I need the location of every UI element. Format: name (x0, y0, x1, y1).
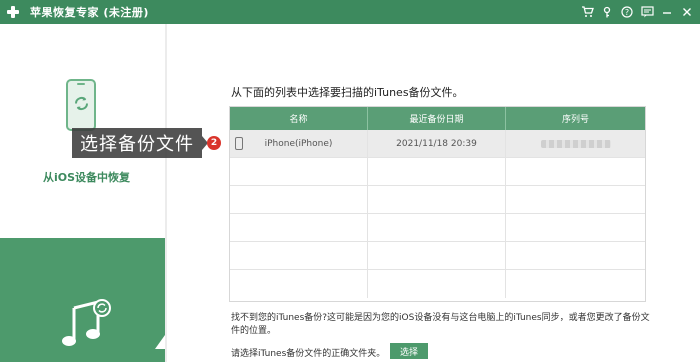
table-row-empty (230, 242, 645, 270)
help-text: 找不到您的iTunes备份?这可能是因为您的iOS设备没有与这台电脑上的iTun… (231, 313, 650, 336)
sidebar-item-itunes-recovery[interactable] (0, 238, 165, 362)
title-bar: 苹果恢复专家 (未注册) ? (0, 0, 700, 24)
step-badge: 2 (207, 136, 221, 150)
table-row-empty (230, 186, 645, 214)
select-folder-button[interactable]: 选择 (390, 343, 428, 359)
active-indicator-arrow (155, 335, 165, 349)
iphone-icon (235, 137, 243, 150)
app-title: 苹果恢复专家 (未注册) (30, 6, 149, 19)
sidebar-item-label: 从iOS设备中恢复 (43, 171, 131, 184)
svg-text:?: ? (625, 8, 629, 17)
phone-sync-icon (66, 79, 96, 131)
backup-table: 名称 最近备份日期 序列号 iPhone(iPhone) 2021/11/18 … (229, 106, 646, 302)
title-bar-controls: ? (580, 0, 694, 24)
cart-icon[interactable] (580, 5, 594, 19)
table-row[interactable]: iPhone(iPhone) 2021/11/18 20:39 (230, 130, 645, 158)
help-icon[interactable]: ? (620, 5, 634, 19)
column-header-serial[interactable]: 序列号 (506, 107, 645, 130)
feedback-icon[interactable] (640, 5, 654, 19)
choose-folder-text: 请选择iTunes备份文件的正确文件夹。 (231, 349, 386, 359)
close-icon[interactable] (680, 5, 694, 19)
table-row-empty (230, 158, 645, 186)
table-row-empty (230, 270, 645, 298)
itunes-music-icon (62, 299, 111, 346)
serial-redacted (540, 140, 611, 148)
app-logo-icon (6, 5, 20, 19)
instruction-text: 从下面的列表中选择要扫描的iTunes备份文件。 (231, 86, 464, 99)
sidebar: 从iOS设备中恢复 (0, 24, 165, 362)
cell-serial (506, 130, 645, 158)
table-header: 名称 最近备份日期 序列号 (230, 107, 645, 130)
step-tooltip: 选择备份文件 (72, 128, 202, 158)
key-icon[interactable] (600, 5, 614, 19)
column-header-date[interactable]: 最近备份日期 (368, 107, 506, 130)
cell-date: 2021/11/18 20:39 (368, 130, 506, 158)
table-row-empty (230, 214, 645, 242)
backup-name: iPhone(iPhone) (264, 139, 333, 149)
cell-name: iPhone(iPhone) (230, 130, 368, 158)
column-header-name[interactable]: 名称 (230, 107, 368, 130)
minimize-icon[interactable] (660, 5, 674, 19)
sidebar-divider (165, 24, 167, 362)
